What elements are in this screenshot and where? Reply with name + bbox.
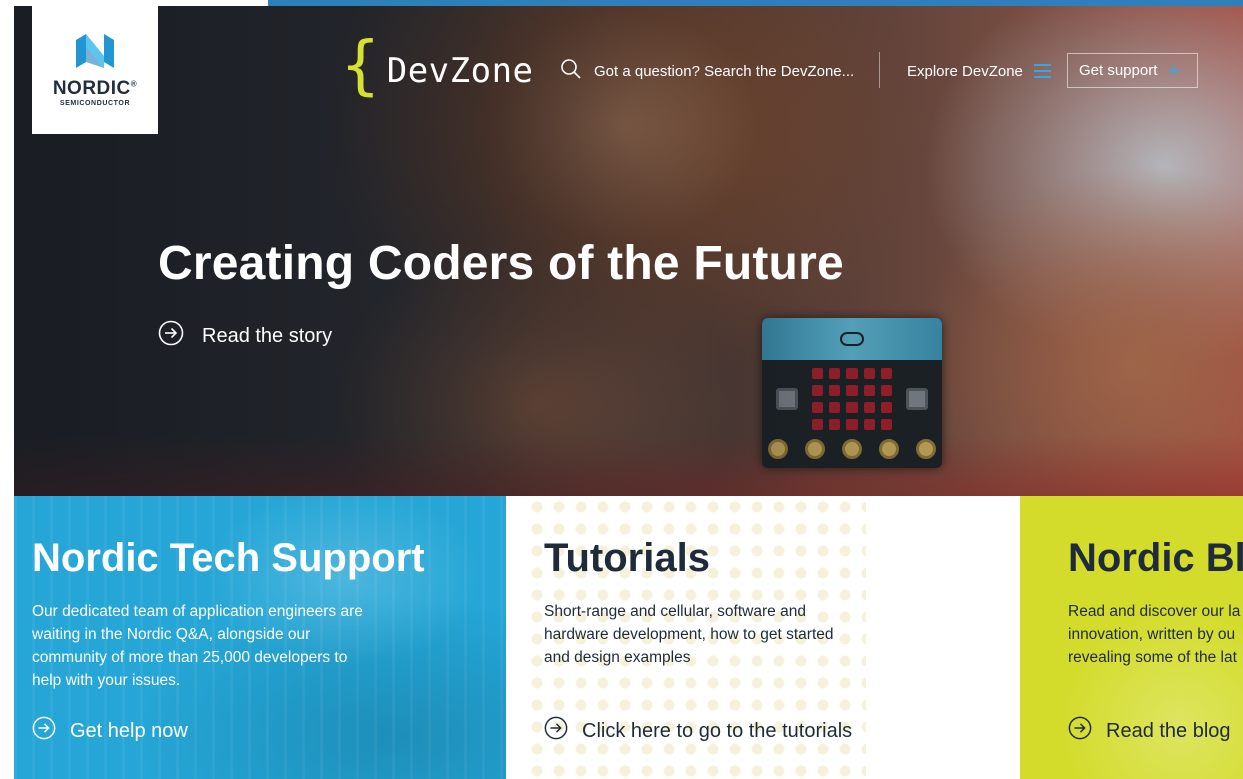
read-blog-label: Read the blog bbox=[1106, 719, 1231, 742]
blog-description: Read and discover our la innovation, wri… bbox=[1068, 603, 1241, 666]
nordic-logo[interactable]: NORDIC® SEMICONDUCTOR bbox=[32, 6, 158, 134]
read-blog-link[interactable]: Read the blog bbox=[1068, 716, 1231, 746]
arrow-circle-right-icon bbox=[1068, 716, 1092, 746]
tech-support-panel: Nordic Tech Support Our dedicated team o… bbox=[14, 496, 506, 779]
arrow-circle-right-icon bbox=[544, 716, 568, 746]
get-support-label: Get support bbox=[1079, 62, 1158, 79]
blog-title: Nordic Blo bbox=[1068, 536, 1243, 580]
tutorials-title: Tutorials bbox=[544, 536, 710, 580]
blog-panel: Nordic Blo Read and discover our la inno… bbox=[1020, 496, 1243, 779]
tutorials-description: Short-range and cellular, software and h… bbox=[544, 603, 834, 666]
logo-subtitle: SEMICONDUCTOR bbox=[59, 100, 131, 107]
tutorials-link[interactable]: Click here to go to the tutorials bbox=[544, 716, 852, 746]
get-support-button[interactable]: Get support + bbox=[1067, 53, 1198, 88]
tutorials-link-label: Click here to go to the tutorials bbox=[582, 719, 853, 742]
get-help-now-label: Get help now bbox=[70, 719, 188, 742]
brand-brace: { bbox=[340, 29, 381, 103]
devzone-brand[interactable]: { DevZone bbox=[340, 29, 534, 106]
explore-devzone-menu[interactable]: Explore DevZone bbox=[907, 58, 1051, 84]
get-help-now-link[interactable]: Get help now bbox=[32, 716, 188, 746]
read-story-link[interactable]: Read the story bbox=[158, 320, 332, 352]
nordic-n-logo-icon bbox=[72, 32, 118, 70]
read-story-label: Read the story bbox=[202, 324, 333, 347]
arrow-circle-right-icon bbox=[158, 320, 184, 352]
hamburger-menu-icon bbox=[1033, 64, 1051, 78]
tutorials-panel: Tutorials Short-range and cellular, soft… bbox=[506, 496, 1020, 779]
search-bar[interactable]: Got a question? Search the DevZone... bbox=[560, 58, 854, 84]
search-input[interactable]: Got a question? Search the DevZone... bbox=[594, 63, 854, 80]
logo-wordmark: NORDIC® bbox=[52, 78, 138, 99]
brand-name: DevZone bbox=[386, 51, 534, 91]
plus-icon: + bbox=[1167, 57, 1181, 83]
search-icon bbox=[560, 58, 582, 85]
tech-support-description: Our dedicated team of application engine… bbox=[32, 603, 363, 689]
hero-title: Creating Coders of the Future bbox=[158, 237, 844, 290]
tech-support-title: Nordic Tech Support bbox=[32, 536, 425, 580]
explore-label: Explore DevZone bbox=[907, 62, 1023, 80]
devzone-homepage: NORDIC® SEMICONDUCTOR { DevZone Got a qu… bbox=[0, 0, 1243, 779]
nav-divider bbox=[879, 52, 880, 88]
arrow-circle-right-icon bbox=[32, 716, 56, 746]
